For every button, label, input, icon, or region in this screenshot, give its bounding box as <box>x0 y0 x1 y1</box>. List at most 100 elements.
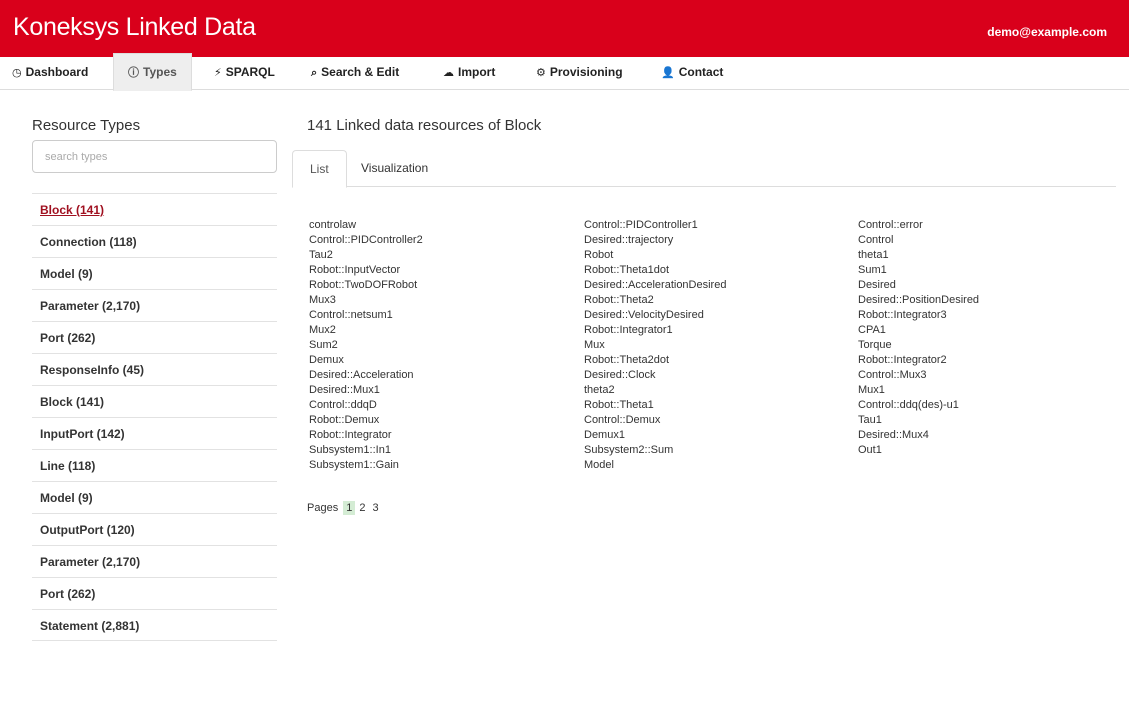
resource-link[interactable]: Mux2 <box>309 323 423 338</box>
type-item-outputport[interactable]: OutputPort (120) <box>32 513 277 545</box>
resource-link[interactable]: theta1 <box>858 248 979 263</box>
resource-type-list: Block (141) Connection (118) Model (9) P… <box>32 193 277 641</box>
resource-link[interactable]: Control::PIDController1 <box>584 218 726 233</box>
resource-link[interactable]: Robot::Theta1 <box>584 398 726 413</box>
resource-link[interactable]: Robot::InputVector <box>309 263 423 278</box>
info-icon: ⓘ <box>128 67 139 79</box>
resource-link[interactable]: Mux3 <box>309 293 423 308</box>
nav-import[interactable]: ☁ Import <box>443 57 495 90</box>
resource-link[interactable]: Sum2 <box>309 338 423 353</box>
nav-sparql-label: SPARQL <box>225 65 275 79</box>
resource-column-3: Control::error Control theta1 Sum1 Desir… <box>858 218 979 458</box>
nav-dashboard[interactable]: ◷ Dashboard <box>12 57 88 90</box>
resource-link[interactable]: Robot::Demux <box>309 413 423 428</box>
type-item-block[interactable]: Block (141) <box>32 193 277 225</box>
resource-link[interactable]: Demux1 <box>584 428 726 443</box>
user-icon: 👤 <box>661 67 675 79</box>
resource-link[interactable]: Robot::Theta1dot <box>584 263 726 278</box>
type-item-block-2[interactable]: Block (141) <box>32 385 277 417</box>
resource-link[interactable]: Model <box>584 458 726 473</box>
resource-link[interactable]: Desired::Clock <box>584 368 726 383</box>
resource-link[interactable]: Sum1 <box>858 263 979 278</box>
resource-link[interactable]: Desired::AccelerationDesired <box>584 278 726 293</box>
pagination: Pages 1 2 3 <box>307 501 383 515</box>
resource-link[interactable]: Desired::Mux1 <box>309 383 423 398</box>
nav-import-label: Import <box>458 65 496 79</box>
type-item-port-2[interactable]: Port (262) <box>32 577 277 609</box>
resource-link[interactable]: Mux <box>584 338 726 353</box>
resource-link[interactable]: Mux1 <box>858 383 979 398</box>
page-link-1[interactable]: 1 <box>343 501 356 515</box>
resource-link[interactable]: Desired::Acceleration <box>309 368 423 383</box>
resource-link[interactable]: Tau1 <box>858 413 979 428</box>
resource-link[interactable]: controlaw <box>309 218 423 233</box>
type-item-connection[interactable]: Connection (118) <box>32 225 277 257</box>
resource-link[interactable]: Desired::Mux4 <box>858 428 979 443</box>
resource-link[interactable]: Subsystem1::In1 <box>309 443 423 458</box>
brand-title[interactable]: Koneksys Linked Data <box>13 13 256 42</box>
resource-link[interactable]: Control::Demux <box>584 413 726 428</box>
resource-link[interactable]: Desired::VelocityDesired <box>584 308 726 323</box>
resource-column-1: controlaw Control::PIDController2 Tau2 R… <box>309 218 423 473</box>
top-header: Koneksys Linked Data demo@example.com <box>0 0 1129 57</box>
resource-link[interactable]: Desired::trajectory <box>584 233 726 248</box>
type-item-model-2[interactable]: Model (9) <box>32 481 277 513</box>
type-item-port[interactable]: Port (262) <box>32 321 277 353</box>
resource-column-2: Control::PIDController1 Desired::traject… <box>584 218 726 473</box>
type-item-parameter-2[interactable]: Parameter (2,170) <box>32 545 277 577</box>
resource-link[interactable]: Robot::Theta2dot <box>584 353 726 368</box>
tab-list[interactable]: List <box>292 150 347 188</box>
cloud-upload-icon: ☁ <box>443 67 454 79</box>
resource-link[interactable]: Control::error <box>858 218 979 233</box>
resource-link[interactable]: Robot::Integrator3 <box>858 308 979 323</box>
type-item-parameter[interactable]: Parameter (2,170) <box>32 289 277 321</box>
nav-sparql[interactable]: ⚡ SPARQL <box>214 57 275 90</box>
type-item-statement[interactable]: Statement (2,881) <box>32 609 277 641</box>
pages-label: Pages <box>307 502 339 514</box>
nav-types[interactable]: ⓘ Types <box>113 53 192 91</box>
resource-link[interactable]: Tau2 <box>309 248 423 263</box>
lightning-icon: ⚡ <box>214 67 222 79</box>
resource-link[interactable]: Subsystem2::Sum <box>584 443 726 458</box>
page-title: 141 Linked data resources of Block <box>307 117 542 134</box>
type-item-inputport[interactable]: InputPort (142) <box>32 417 277 449</box>
resource-link[interactable]: Demux <box>309 353 423 368</box>
search-icon: ⌕ <box>311 67 318 79</box>
resource-link[interactable]: theta2 <box>584 383 726 398</box>
resource-link[interactable]: Robot::Integrator2 <box>858 353 979 368</box>
main-nav: ◷ Dashboard ⓘ Types ⚡ SPARQL ⌕ Search & Edit… <box>0 53 1129 91</box>
page-link-3[interactable]: 3 <box>369 501 381 515</box>
type-item-responseinfo[interactable]: ResponseInfo (45) <box>32 353 277 385</box>
nav-contact-label: Contact <box>678 65 724 79</box>
type-item-model[interactable]: Model (9) <box>32 257 277 289</box>
resource-link[interactable]: Out1 <box>858 443 979 458</box>
resource-link[interactable]: Desired::PositionDesired <box>858 293 979 308</box>
resource-link[interactable]: Control::Mux3 <box>858 368 979 383</box>
view-tabs: List Visualization <box>292 150 1116 188</box>
nav-search-edit[interactable]: ⌕ Search & Edit <box>311 57 399 90</box>
resource-link[interactable]: Control::ddq(des)-u1 <box>858 398 979 413</box>
type-item-line[interactable]: Line (118) <box>32 449 277 481</box>
resource-link[interactable]: Torque <box>858 338 979 353</box>
resource-link[interactable]: Control::PIDController2 <box>309 233 423 248</box>
tab-visualization[interactable]: Visualization <box>344 150 445 187</box>
resource-link[interactable]: Control <box>858 233 979 248</box>
resource-link[interactable]: Subsystem1::Gain <box>309 458 423 473</box>
nav-types-label: Types <box>143 65 177 79</box>
user-email[interactable]: demo@example.com <box>987 25 1107 39</box>
nav-dashboard-label: Dashboard <box>25 65 89 79</box>
resource-link[interactable]: Control::ddqD <box>309 398 423 413</box>
page-link-2[interactable]: 2 <box>356 501 368 515</box>
resource-link[interactable]: Control::netsum1 <box>309 308 423 323</box>
resource-link[interactable]: Robot::Theta2 <box>584 293 726 308</box>
search-types-input[interactable] <box>32 140 277 173</box>
resource-link[interactable]: Robot::Integrator <box>309 428 423 443</box>
resource-link[interactable]: Desired <box>858 278 979 293</box>
nav-provisioning-label: Provisioning <box>549 65 623 79</box>
resource-link[interactable]: Robot::TwoDOFRobot <box>309 278 423 293</box>
nav-contact[interactable]: 👤 Contact <box>661 57 723 90</box>
resource-link[interactable]: Robot <box>584 248 726 263</box>
nav-provisioning[interactable]: ⚙ Provisioning <box>536 57 623 90</box>
resource-link[interactable]: CPA1 <box>858 323 979 338</box>
resource-link[interactable]: Robot::Integrator1 <box>584 323 726 338</box>
